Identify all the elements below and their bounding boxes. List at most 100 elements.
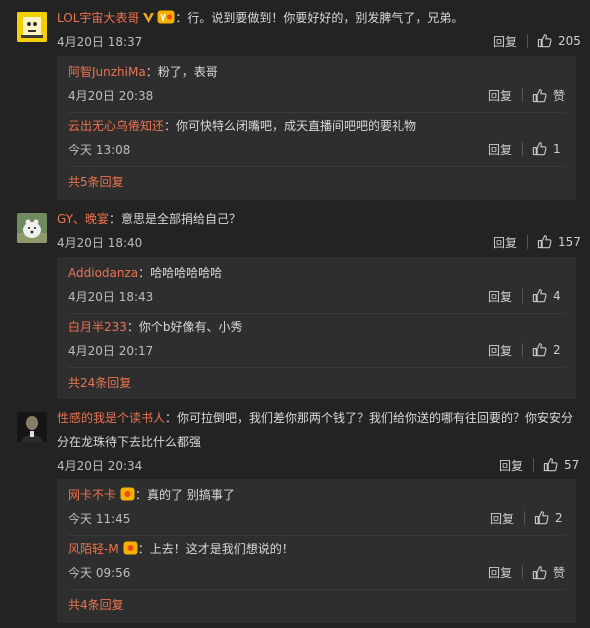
like-button[interactable]: 赞 [532, 87, 565, 104]
reply-button[interactable]: 回复 [499, 457, 523, 474]
reply-username[interactable]: 云出无心乌倦知还 [68, 119, 164, 133]
reply-username[interactable]: Addiodanza [68, 266, 138, 280]
reply-text: ：粉了，表哥 [145, 65, 218, 79]
reply-time: 今天 09:56 [68, 566, 131, 580]
reply-button[interactable]: 回复 [488, 564, 512, 581]
thumbs-up-icon [532, 342, 547, 357]
like-button[interactable]: 2 [534, 510, 563, 525]
divider [68, 589, 565, 590]
reply-text: ：真的了 别搞事了 [135, 488, 235, 502]
like-count: 157 [558, 234, 581, 249]
reply-item: 风陌轻-M ：上去！这才是我们想说的！ 今天 09:56 回复 赞 [68, 538, 576, 582]
reply-item: 网卡不卡 ：真的了 别搞事了 今天 11:45 回复 2 [68, 484, 576, 528]
reply-time: 4月20日 18:43 [68, 290, 154, 304]
divider [522, 565, 523, 579]
comment-text: ：意思是全部捐给自己？ [109, 212, 242, 226]
reply-box: 阿智JunzhiMa：粉了，表哥 4月20日 20:38 回复 赞 云出无心乌倦… [57, 56, 576, 200]
comment-time: 4月20日 18:37 [57, 35, 143, 49]
thumbs-up-icon [532, 88, 547, 103]
divider [68, 166, 565, 167]
like-button[interactable]: 赞 [532, 564, 565, 581]
verified-v-icon [143, 13, 155, 23]
reply-username[interactable]: 白月半233 [68, 320, 127, 334]
divider [68, 535, 565, 536]
avatar[interactable] [17, 213, 47, 243]
thumbs-up-icon [532, 141, 547, 156]
reply-time: 今天 13:08 [68, 143, 131, 157]
like-button[interactable]: 205 [537, 33, 581, 48]
reply-button[interactable]: 回复 [488, 288, 512, 305]
like-count: 205 [558, 33, 581, 48]
comment-text: ：你可拉倒吧，我们差你那两个钱了？我们给你送的哪有往回要的？你安安分 [165, 411, 574, 425]
divider [527, 235, 528, 249]
reply-item: 云出无心乌倦知还：你可快特么闭嘴吧，成天直播间吧吧的要礼物 今天 13:08 回… [68, 115, 576, 159]
comment-item: GY、晚宴：意思是全部捐给自己？ 4月20日 18:40 回复 157 Addi… [0, 207, 590, 403]
reply-username[interactable]: 网卡不卡 [68, 488, 116, 502]
divider [68, 313, 565, 314]
thumbs-up-icon [534, 510, 549, 525]
reply-text: ：哈哈哈哈哈哈 [138, 266, 223, 280]
reply-button[interactable]: 回复 [493, 33, 517, 50]
like-button[interactable]: 57 [543, 457, 579, 472]
like-button[interactable]: 4 [532, 288, 561, 303]
comment-username[interactable]: 性感的我是个读书人 [57, 411, 165, 425]
thumbs-up-icon [532, 288, 547, 303]
reply-button[interactable]: 回复 [490, 510, 514, 527]
thumbs-up-icon [543, 457, 558, 472]
divider [68, 367, 565, 368]
thumbs-up-icon [537, 234, 552, 249]
like-count: 2 [553, 342, 561, 357]
divider [533, 458, 534, 472]
reply-text: ：你可快特么闭嘴吧，成天直播间吧吧的要礼物 [164, 119, 417, 133]
avatar[interactable] [17, 12, 47, 42]
comment-text-continued: 分在龙珠待下去比什么都强 [57, 435, 202, 449]
more-replies-link[interactable]: 共4条回复 [68, 596, 124, 613]
reply-username[interactable]: 风陌轻-M [68, 542, 119, 556]
reply-box: 网卡不卡 ：真的了 别搞事了 今天 11:45 回复 2 风陌轻-M ：上去！这才是… [57, 479, 576, 623]
like-button[interactable]: 2 [532, 342, 561, 357]
comment-time: 4月20日 20:34 [57, 459, 143, 473]
divider [522, 289, 523, 303]
more-replies-link[interactable]: 共24条回复 [68, 374, 131, 391]
divider [527, 34, 528, 48]
like-count: 1 [553, 141, 561, 156]
comment-username[interactable]: LOL宇宙大表哥 [57, 11, 139, 25]
vip-badge-icon [123, 541, 138, 555]
like-count: 4 [553, 288, 561, 303]
like-count: 57 [564, 457, 580, 472]
reply-item: Addiodanza：哈哈哈哈哈哈 4月20日 18:43 回复 4 [68, 262, 576, 306]
reply-text: ：上去！这才是我们想说的！ [137, 542, 294, 556]
comment-item: 性感的我是个读书人：你可拉倒吧，我们差你那两个钱了？我们给你送的哪有往回要的？你… [0, 405, 590, 625]
vip-badge-icon [120, 487, 135, 501]
divider [522, 142, 523, 156]
reply-button[interactable]: 回复 [488, 87, 512, 104]
avatar-image [17, 412, 47, 442]
reply-time: 今天 11:45 [68, 512, 131, 526]
more-replies-link[interactable]: 共5条回复 [68, 173, 124, 190]
like-count: 赞 [553, 89, 566, 103]
reply-text: ：你个b好像有、小秀 [126, 320, 243, 334]
divider [522, 88, 523, 102]
thumbs-up-icon [532, 565, 547, 580]
reply-button[interactable]: 回复 [488, 342, 512, 359]
like-count: 赞 [553, 566, 566, 580]
reply-button[interactable]: 回复 [493, 234, 517, 251]
divider [68, 112, 565, 113]
avatar[interactable] [17, 412, 47, 442]
avatar-image [17, 12, 47, 42]
divider [522, 343, 523, 357]
like-button[interactable]: 157 [537, 234, 581, 249]
comment-item: LOL宇宙大表哥 ：行。说到要做到！你要好好的，别发脾气了，兄弟。 4月20日 1… [0, 0, 590, 200]
reply-time: 4月20日 20:38 [68, 89, 154, 103]
reply-username[interactable]: 阿智JunzhiMa [68, 65, 146, 79]
like-count: 2 [555, 510, 563, 525]
comment-username[interactable]: GY、晚宴 [57, 212, 109, 226]
thumbs-up-icon [537, 33, 552, 48]
like-button[interactable]: 1 [532, 141, 561, 156]
reply-item: 阿智JunzhiMa：粉了，表哥 4月20日 20:38 回复 赞 [68, 61, 576, 105]
avatar-image [17, 213, 47, 243]
reply-box: Addiodanza：哈哈哈哈哈哈 4月20日 18:43 回复 4 白月半23… [57, 257, 576, 399]
reply-button[interactable]: 回复 [488, 141, 512, 158]
divider [524, 511, 525, 525]
reply-time: 4月20日 20:17 [68, 344, 154, 358]
